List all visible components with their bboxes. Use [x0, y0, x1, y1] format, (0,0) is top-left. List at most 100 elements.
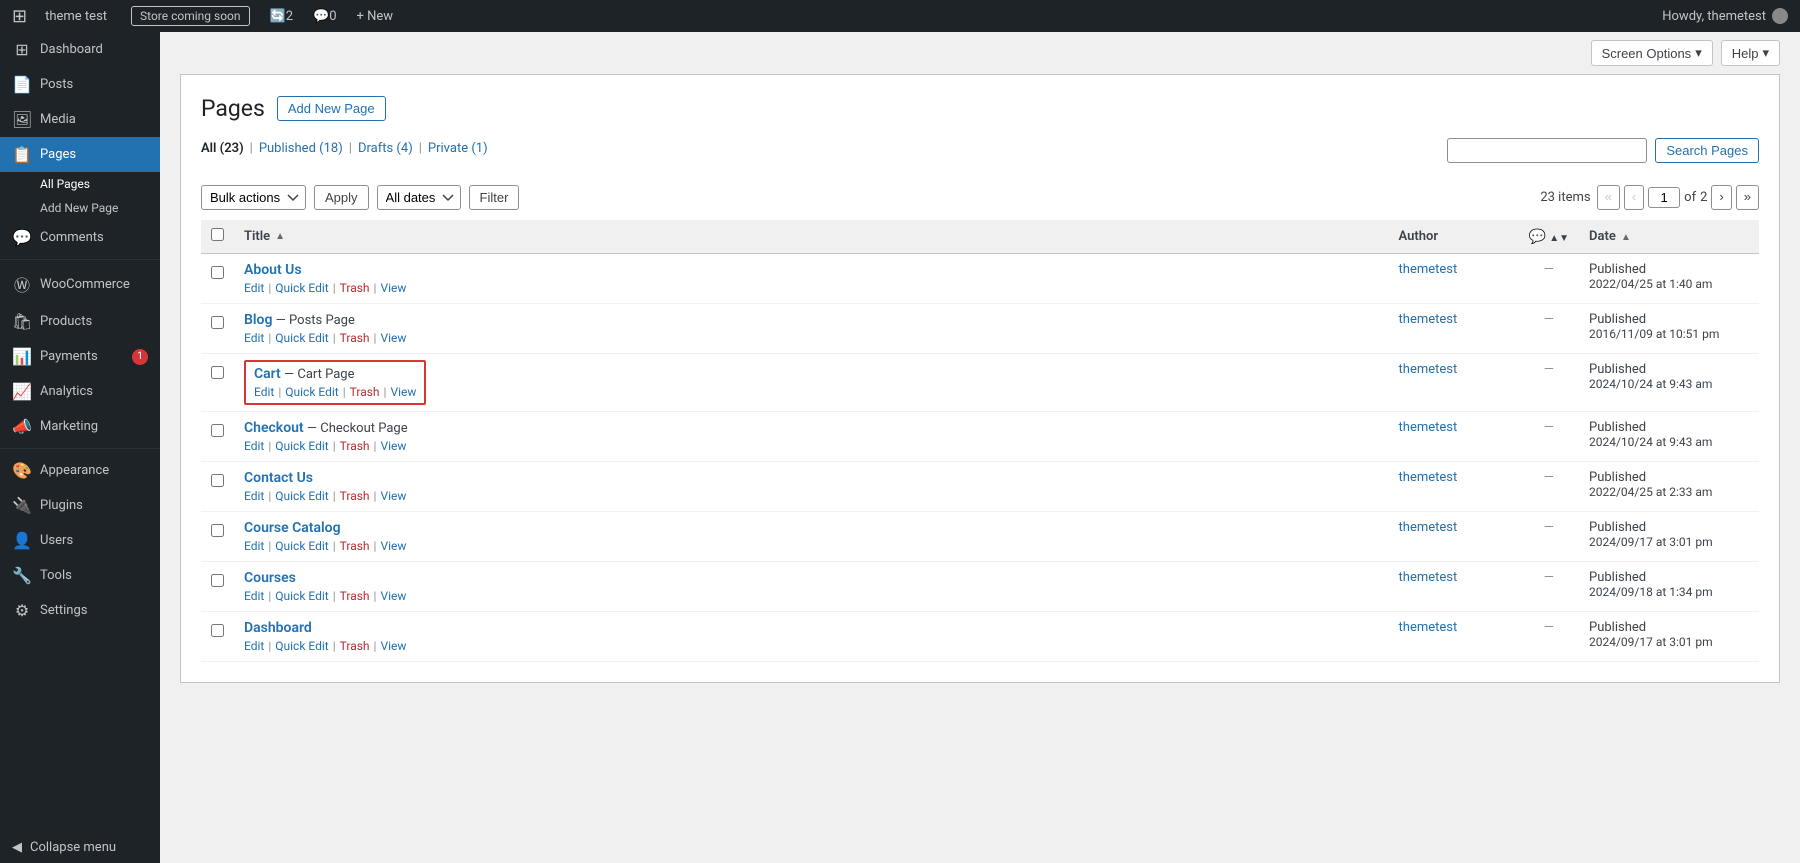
view-link[interactable]: View	[380, 439, 406, 453]
search-pages-button[interactable]: Search Pages	[1655, 138, 1759, 163]
adminbar-site-name[interactable]: theme test	[35, 0, 117, 32]
sidebar-subitem-all-pages[interactable]: All Pages	[0, 172, 160, 196]
author-link[interactable]: themetest	[1399, 420, 1458, 435]
comments-header[interactable]: 💬 ▲▼	[1519, 220, 1579, 254]
view-link[interactable]: View	[380, 489, 406, 503]
next-page-button[interactable]: ›	[1711, 185, 1731, 209]
page-title-link[interactable]: Courses	[244, 570, 296, 586]
adminbar-comments[interactable]: 💬 0	[303, 0, 347, 32]
quick-edit-link[interactable]: Quick Edit	[275, 439, 328, 453]
sidebar-item-appearance[interactable]: 🎨 Appearance	[0, 453, 160, 488]
collapse-menu-button[interactable]: ◀ Collapse menu	[0, 832, 160, 863]
add-new-page-button[interactable]: Add New Page	[277, 96, 386, 121]
current-page-input[interactable]	[1648, 187, 1680, 208]
sidebar-subitem-add-new-page[interactable]: Add New Page	[0, 196, 160, 220]
view-link[interactable]: View	[380, 281, 406, 295]
sidebar-item-analytics[interactable]: 📈 Analytics	[0, 374, 160, 409]
row-checkbox[interactable]	[211, 366, 224, 379]
view-link[interactable]: View	[380, 331, 406, 345]
sidebar-item-media[interactable]: 🖼 Media	[0, 102, 160, 137]
page-title-link[interactable]: Dashboard	[244, 620, 312, 636]
trash-link[interactable]: Trash	[350, 385, 380, 399]
view-link[interactable]: View	[380, 589, 406, 603]
prev-page-button[interactable]: ‹	[1624, 185, 1644, 209]
edit-link[interactable]: Edit	[244, 639, 264, 653]
wp-logo-icon[interactable]: ⊞	[12, 6, 27, 27]
row-checkbox[interactable]	[211, 574, 224, 587]
edit-link[interactable]: Edit	[244, 281, 264, 295]
author-link[interactable]: themetest	[1399, 570, 1458, 585]
adminbar-updates[interactable]: 🔄 2	[260, 0, 304, 32]
quick-edit-link[interactable]: Quick Edit	[285, 385, 338, 399]
adminbar-howdy[interactable]: Howdy, themetest	[1662, 9, 1766, 24]
trash-link[interactable]: Trash	[340, 539, 370, 553]
last-page-button[interactable]: »	[1736, 185, 1759, 209]
quick-edit-link[interactable]: Quick Edit	[275, 331, 328, 345]
trash-link[interactable]: Trash	[340, 489, 370, 503]
filter-private[interactable]: Private (1)	[428, 141, 488, 156]
author-link[interactable]: themetest	[1399, 470, 1458, 485]
sidebar-item-dashboard[interactable]: ⊞ Dashboard	[0, 32, 160, 67]
page-title-link[interactable]: Blog	[244, 312, 272, 328]
view-link[interactable]: View	[380, 539, 406, 553]
author-link[interactable]: themetest	[1399, 620, 1458, 635]
sidebar-item-posts[interactable]: 📄 Posts	[0, 67, 160, 102]
page-title-link[interactable]: Cart	[254, 366, 281, 382]
filter-published[interactable]: Published (18)	[259, 141, 343, 156]
search-input[interactable]	[1447, 138, 1647, 163]
quick-edit-link[interactable]: Quick Edit	[275, 539, 328, 553]
edit-link[interactable]: Edit	[244, 589, 264, 603]
edit-link[interactable]: Edit	[244, 539, 264, 553]
edit-link[interactable]: Edit	[244, 439, 264, 453]
view-link[interactable]: View	[390, 385, 416, 399]
trash-link[interactable]: Trash	[340, 639, 370, 653]
edit-link[interactable]: Edit	[244, 331, 264, 345]
select-all-checkbox[interactable]	[211, 228, 224, 241]
author-link[interactable]: themetest	[1399, 520, 1458, 535]
trash-link[interactable]: Trash	[340, 439, 370, 453]
quick-edit-link[interactable]: Quick Edit	[275, 489, 328, 503]
sidebar-item-marketing[interactable]: 📣 Marketing	[0, 409, 160, 444]
trash-link[interactable]: Trash	[340, 331, 370, 345]
sidebar-item-products[interactable]: 🛍 Products	[0, 304, 160, 339]
trash-link[interactable]: Trash	[340, 589, 370, 603]
edit-link[interactable]: Edit	[254, 385, 274, 399]
sidebar-item-woocommerce[interactable]: Ⓦ WooCommerce	[0, 264, 160, 304]
quick-edit-link[interactable]: Quick Edit	[275, 281, 328, 295]
date-header[interactable]: Date ▲	[1579, 220, 1759, 254]
row-checkbox[interactable]	[211, 424, 224, 437]
page-title-link[interactable]: Course Catalog	[244, 520, 341, 536]
dates-filter-select[interactable]: All dates	[377, 185, 461, 210]
row-checkbox[interactable]	[211, 624, 224, 637]
row-checkbox[interactable]	[211, 474, 224, 487]
sidebar-item-payments[interactable]: 📊 Payments 1	[0, 339, 160, 374]
title-header[interactable]: Title ▲	[234, 220, 1389, 254]
trash-link[interactable]: Trash	[340, 281, 370, 295]
title-sort-link[interactable]: Title ▲	[244, 229, 285, 244]
page-title-link[interactable]: Checkout	[244, 420, 304, 436]
adminbar-store-badge[interactable]: Store coming soon	[117, 0, 260, 32]
apply-button[interactable]: Apply	[314, 185, 369, 210]
filter-button[interactable]: Filter	[469, 185, 520, 210]
sidebar-item-settings[interactable]: ⚙ Settings	[0, 593, 160, 628]
filter-drafts[interactable]: Drafts (4)	[358, 141, 413, 156]
help-button[interactable]: Help ▾	[1721, 40, 1780, 66]
filter-all[interactable]: All (23)	[201, 141, 244, 156]
sidebar-item-plugins[interactable]: 🔌 Plugins	[0, 488, 160, 523]
adminbar-new[interactable]: + New	[347, 0, 404, 32]
sidebar-item-users[interactable]: 👤 Users	[0, 523, 160, 558]
row-checkbox[interactable]	[211, 316, 224, 329]
row-checkbox[interactable]	[211, 266, 224, 279]
first-page-button[interactable]: «	[1597, 185, 1620, 209]
edit-link[interactable]: Edit	[244, 489, 264, 503]
author-link[interactable]: themetest	[1399, 362, 1458, 377]
author-link[interactable]: themetest	[1399, 312, 1458, 327]
row-checkbox[interactable]	[211, 524, 224, 537]
quick-edit-link[interactable]: Quick Edit	[275, 639, 328, 653]
page-title-link[interactable]: Contact Us	[244, 470, 313, 486]
view-link[interactable]: View	[380, 639, 406, 653]
screen-options-button[interactable]: Screen Options ▾	[1591, 40, 1713, 66]
sidebar-item-pages[interactable]: 📋 Pages	[0, 137, 160, 172]
author-link[interactable]: themetest	[1399, 262, 1458, 277]
sidebar-item-comments[interactable]: 💬 Comments	[0, 220, 160, 255]
